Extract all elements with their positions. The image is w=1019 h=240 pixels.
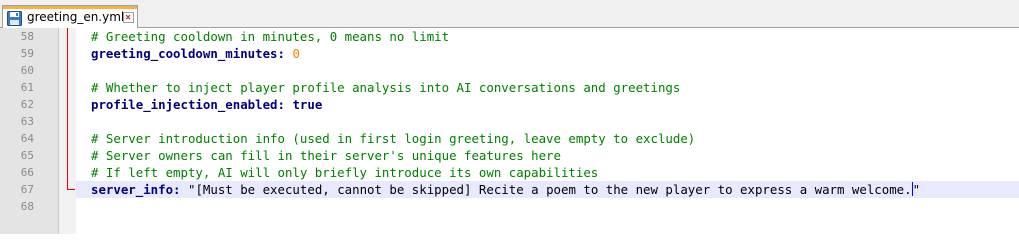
code-line[interactable]: 68 <box>0 198 1019 215</box>
active-tab-indicator <box>3 6 137 9</box>
code-line[interactable]: 62 profile_injection_enabled: true <box>0 96 1019 113</box>
yaml-number-value: 0 <box>292 46 300 61</box>
line-number: 63 <box>20 115 34 128</box>
current-line-highlight[interactable]: server_info: "[Must be executed, cannot … <box>76 181 1019 198</box>
yaml-string-value: "[Must be executed, cannot be skipped] R… <box>188 182 912 197</box>
code-line[interactable]: 59 greeting_cooldown_minutes: 0 <box>0 45 1019 62</box>
line-number: 68 <box>20 200 34 213</box>
line-number: 62 <box>20 98 34 111</box>
code-line[interactable]: 64 # Server introduction info (used in f… <box>0 130 1019 147</box>
yaml-comment: # Whether to inject player profile analy… <box>91 80 681 95</box>
yaml-key: profile_injection_enabled: <box>91 97 285 112</box>
line-number: 61 <box>20 81 34 94</box>
code-line[interactable]: 65 # Server owners can fill in their ser… <box>0 147 1019 164</box>
line-text: # Server introduction info (used in firs… <box>91 130 695 147</box>
line-number: 58 <box>20 30 34 43</box>
code-line[interactable]: 61 # Whether to inject player profile an… <box>0 79 1019 96</box>
tab-title: greeting_en.yml <box>27 10 125 24</box>
tab-bar: greeting_en.yml <box>0 0 1019 28</box>
line-text: # Whether to inject player profile analy… <box>91 79 680 96</box>
yaml-boolean-value: true <box>292 97 323 112</box>
line-number: 66 <box>20 166 34 179</box>
yaml-comment: # Server owners can fill in their server… <box>91 148 561 163</box>
code-line[interactable]: 60 <box>0 62 1019 79</box>
code-line[interactable]: 63 <box>0 113 1019 130</box>
line-number: 59 <box>20 47 34 60</box>
line-number: 67 <box>20 183 34 196</box>
line-number: 65 <box>20 149 34 162</box>
file-tab[interactable]: greeting_en.yml <box>2 5 138 28</box>
yaml-comment: # Server introduction info (used in firs… <box>91 131 696 146</box>
fold-range-line <box>67 28 68 190</box>
code-line[interactable]: 66 # If left empty, AI will only briefly… <box>0 164 1019 181</box>
line-text: # Server owners can fill in their server… <box>91 147 561 164</box>
yaml-string-closing-quote: " <box>912 182 921 197</box>
line-text: # If left empty, AI will only briefly in… <box>91 164 598 181</box>
line-text: server_info: "[Must be executed, cannot … <box>91 181 920 198</box>
code-line[interactable]: 58 # Greeting cooldown in minutes, 0 mea… <box>0 28 1019 45</box>
code-editor[interactable]: 58 # Greeting cooldown in minutes, 0 mea… <box>0 28 1019 234</box>
code-line[interactable]: 67 <box>0 181 59 198</box>
line-number: 60 <box>20 64 34 77</box>
yaml-key: greeting_cooldown_minutes: <box>91 46 285 61</box>
close-icon[interactable] <box>123 12 134 23</box>
yaml-comment: # Greeting cooldown in minutes, 0 means … <box>91 29 450 44</box>
save-disk-icon <box>7 11 22 26</box>
line-text: greeting_cooldown_minutes: 0 <box>91 45 300 62</box>
line-number: 64 <box>20 132 34 145</box>
line-text: profile_injection_enabled: true <box>91 96 322 113</box>
yaml-key: server_info: <box>91 182 181 197</box>
yaml-comment: # If left empty, AI will only briefly in… <box>91 165 599 180</box>
line-text: # Greeting cooldown in minutes, 0 means … <box>91 28 449 45</box>
fold-end-marker <box>67 189 75 190</box>
